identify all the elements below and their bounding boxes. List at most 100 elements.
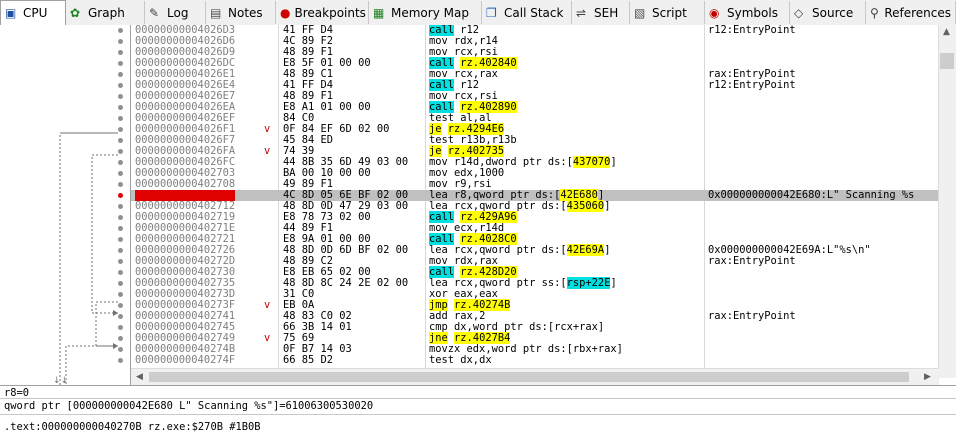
comment-cell: rax:EntryPoint [708,310,796,322]
graph-icon: ✿ [70,5,81,20]
tab-label: Source [812,5,854,20]
tab-cpu[interactable]: ▣ CPU [0,0,66,26]
instruction-row[interactable]: 0000000000402726 48 8D 0D 6D BF 02 00 lea … [131,244,939,256]
tab-label: Memory Map [391,5,469,20]
disassembly-view[interactable]: 00000000004026D3 41 FF D4 call r12 r12:Entr… [131,25,939,378]
breakpoint-slot-icon[interactable] [118,303,123,308]
tab-bar: ▣ CPU ✿ Graph ✎ Log ▤ Notes ● Breakpoints ▦ Memory … [0,0,956,26]
operand: 437070 [572,156,611,168]
breakpoint-slot-icon[interactable] [118,149,123,154]
breakpoint-slot-icon[interactable] [118,160,123,165]
jump-direction-icon: v [264,145,271,157]
breakpoint-slot-icon[interactable] [118,237,123,242]
tab-source[interactable]: ◇ Source [790,1,866,24]
address-info: .text:000000000040270B rz.exe:$270B #1B0… [4,421,261,433]
breakpoint-icon[interactable] [118,193,123,198]
instruction-row[interactable]: 000000000040274F 66 85 D2 test dx,dx [131,355,939,366]
breakpoint-slot-icon[interactable] [118,61,123,66]
breakpoint-slot-icon[interactable] [118,39,123,44]
instruction-row[interactable]: 00000000004026EA E8 A1 01 00 00 call rz.40… [131,101,939,113]
scroll-up-icon[interactable]: ▲ [943,27,950,37]
breakpoint-slot-icon[interactable] [118,270,123,275]
instruction-row[interactable]: 000000000040273D 31 C0 xor eax,eax [131,289,939,300]
breakpoint-slot-icon[interactable] [118,72,123,77]
instruction-row[interactable]: 00000000004026E7 48 89 F1 mov rcx,rsi [131,91,939,102]
vertical-scroll-thumb[interactable] [940,53,954,69]
instruction-row[interactable]: 00000000004026D9 48 89 F1 mov rcx,rsi [131,47,939,58]
instruction-row[interactable]: 00000000004026E1 48 89 C1 mov rcx,rax rax:E… [131,69,939,80]
jump-direction-icon: v [264,332,271,344]
scroll-left-icon[interactable]: ◀ [136,372,143,382]
instruction-row[interactable]: 00000000004026D6 4C 89 F2 mov rdx,r14 [131,36,939,47]
info-panel: r8=0 qword ptr [000000000042E680 L" Scan… [0,385,956,438]
instruction-row[interactable]: 00000000004026FC 44 8B 35 6D 49 03 00 mov … [131,156,939,168]
jump-direction-icon: v [264,123,271,135]
breakpoint-slot-icon[interactable] [118,116,123,121]
breakpoint-slot-icon[interactable] [118,358,123,363]
instruction-row[interactable]: 00000000004026E4 41 FF D4 call r12 r12:Entr… [131,79,939,91]
instruction-row[interactable]: 0000000000402719 E8 78 73 02 00 call rz.42… [131,211,939,223]
jump-arrows: ↓↓ [53,132,118,385]
instruction-row[interactable]: 000000000040271E 44 89 F1 mov ecx,r14d [131,223,939,234]
breakpoint-slot-icon[interactable] [118,182,123,187]
breakpoint-slot-icon[interactable] [118,347,123,352]
address-cell: 000000000040274F [135,354,236,366]
tab-breakpoints[interactable]: ● Breakpoints [276,1,369,24]
breakpoint-slot-icon[interactable] [118,248,123,253]
breakpoint-slot-icon[interactable] [118,204,123,209]
tab-graph[interactable]: ✿ Graph [66,1,145,24]
tab-label: Call Stack [504,5,564,20]
tab-script[interactable]: ▧ Script [630,1,705,24]
instruction-row[interactable]: 0000000000402745 66 3B 14 01 cmp dx,word p… [131,322,939,333]
breakpoint-slot-icon[interactable] [118,105,123,110]
instruction-row[interactable]: 000000000040272D 48 89 C2 mov rdx,rax rax:E… [131,256,939,267]
tab-call-stack[interactable]: ❐ Call Stack [482,1,572,24]
tab-label: Log [167,5,189,20]
horizontal-scrollbar[interactable]: ◀ ▶ [131,368,939,386]
horizontal-scroll-thumb[interactable] [149,372,909,382]
breakpoint-slot-icon[interactable] [118,325,123,330]
vertical-scrollbar[interactable]: ▲ [938,25,956,378]
breakpoint-slot-icon[interactable] [118,50,123,55]
breakpoint-slot-icon[interactable] [118,94,123,99]
instruction-row[interactable]: 0000000000402703 BA 00 10 00 00 mov edx,10… [131,168,939,179]
instruction-row[interactable]: 00000000004026DC E8 5F 01 00 00 call rz.40… [131,57,939,69]
instruction-row[interactable]: 00000000004026EF 84 C0 test al,al [131,113,939,124]
tab-seh[interactable]: ⇌ SEH [572,1,630,24]
scroll-right-icon[interactable]: ▶ [924,372,931,382]
tab-symbols[interactable]: ◉ Symbols [705,1,790,24]
instruction-row[interactable]: 00000000004026F7 45 84 ED test r13b,r13b [131,135,939,146]
tab-references[interactable]: ⚲ References [866,1,956,24]
operand: ] [610,277,617,289]
breakpoint-slot-icon[interactable] [118,215,123,220]
disassembly-cell: test dx,dx [429,355,492,366]
jump-direction-icon: v [264,299,271,311]
instruction-row[interactable]: 00000000004026D3 41 FF D4 call r12 r12:Entr… [131,25,939,36]
comment-cell: rax:EntryPoint [708,255,796,267]
breakpoint-slot-icon[interactable] [118,336,123,341]
notes-icon: ▤ [210,5,222,20]
breakpoint-slot-icon[interactable] [118,259,123,264]
operand: rsp+22E [566,277,611,289]
operand: ] [610,156,617,168]
tab-memory-map[interactable]: ▦ Memory Map [369,1,482,24]
tab-log[interactable]: ✎ Log [145,1,206,24]
breakpoint-slot-icon[interactable] [118,314,123,319]
instruction-row[interactable]: 0000000000402712 48 8D 0D 47 29 03 00 lea … [131,200,939,212]
tab-label: Symbols [727,5,778,20]
breakpoint-slot-icon[interactable] [118,171,123,176]
instruction-row[interactable]: 000000000040273F v EB 0A jmp rz.40274B [131,299,939,311]
breakpoint-slot-icon[interactable] [118,28,123,33]
breakpoint-slot-icon[interactable] [118,281,123,286]
breakpoint-slot-icon[interactable] [118,292,123,297]
breakpoint-slot-icon[interactable] [118,127,123,132]
breakpoint-slot-icon[interactable] [118,226,123,231]
instruction-row[interactable]: 00000000004026F1 v 0F 84 EF 6D 02 00 je rz.… [131,123,939,135]
instruction-row[interactable]: 000000000040274B 0F B7 14 03 movzx edx,wor… [131,344,939,355]
breakpoint-slot-icon[interactable] [118,83,123,88]
tab-notes[interactable]: ▤ Notes [206,1,276,24]
tab-label: Graph [88,5,125,20]
instruction-row[interactable]: 0000000000402735 48 8D 8C 24 2E 02 00 lea … [131,277,939,289]
breakpoint-slot-icon[interactable] [118,138,123,143]
operand: ] [604,200,611,212]
